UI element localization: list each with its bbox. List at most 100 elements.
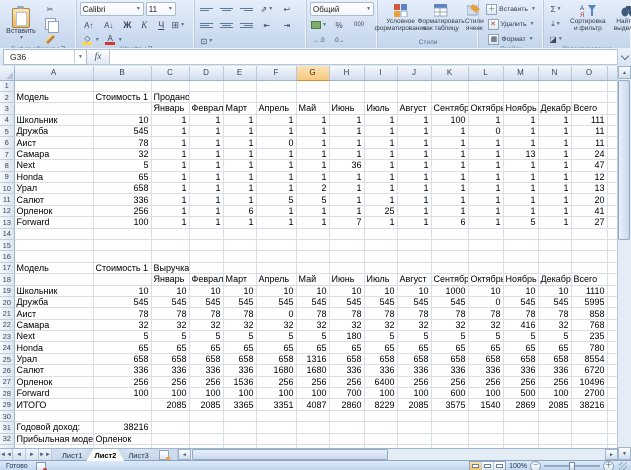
cell-E32[interactable] [223,433,256,444]
column-header-B[interactable]: B [93,66,151,80]
cell-M15[interactable] [503,239,538,250]
cell-H6[interactable]: 1 [329,137,364,148]
cell-E27[interactable]: 1536 [223,376,256,387]
column-header-L[interactable]: L [468,66,503,80]
cell-F31[interactable] [256,422,296,433]
cell-O26[interactable]: 6720 [571,365,607,376]
row-header-21[interactable]: 21 [0,308,14,319]
cell-O6[interactable]: 11 [571,137,607,148]
cell-H23[interactable]: 180 [329,331,364,342]
zoom-slider-handle[interactable] [569,462,575,470]
cell-B7[interactable]: 32 [93,148,151,159]
cell-D31[interactable] [189,422,223,433]
column-header-G[interactable]: G [296,66,329,80]
cell-D23[interactable]: 5 [189,331,223,342]
cell-G29[interactable]: 4087 [296,399,329,410]
cell-D20[interactable]: 545 [189,296,223,307]
cell-D4[interactable]: 1 [189,114,223,125]
cell-N19[interactable]: 10 [538,285,571,296]
cell-A8[interactable]: Next [14,160,93,171]
cell-I25[interactable]: 658 [364,353,397,364]
cell-J11[interactable]: 1 [397,194,431,205]
cell-L19[interactable]: 10 [468,285,503,296]
cell-M3[interactable]: Ноябрь [503,103,538,114]
cell-N23[interactable]: 5 [538,331,571,342]
cell-M1[interactable] [503,80,538,91]
cell-B12[interactable]: 256 [93,205,151,216]
cell-E5[interactable]: 1 [223,126,256,137]
cell-B20[interactable]: 545 [93,296,151,307]
cell-H17[interactable] [329,262,364,273]
cell-I16[interactable] [364,251,397,262]
cell-B3[interactable] [93,103,151,114]
fill-button[interactable]: ⤓▼ [547,17,565,31]
cell-N13[interactable]: 1 [538,217,571,228]
cell-D13[interactable]: 1 [189,217,223,228]
vertical-scrollbar[interactable]: ▲ ▼ [617,66,631,460]
cell-L31[interactable] [468,422,503,433]
cell-C18[interactable]: Январь [151,274,189,285]
cell-D2[interactable] [189,91,223,102]
cell-M32[interactable] [503,433,538,444]
cell-K6[interactable]: 1 [431,137,468,148]
cell-C7[interactable]: 1 [151,148,189,159]
cell-B30[interactable] [93,410,151,421]
cell-J7[interactable]: 1 [397,148,431,159]
copy-button[interactable] [41,17,59,31]
cell-A21[interactable]: Аист [14,308,93,319]
cell-L13[interactable]: 1 [468,217,503,228]
cell-N9[interactable]: 1 [538,171,571,182]
row-header-13[interactable]: 13 [0,217,14,228]
cell-I12[interactable]: 25 [364,205,397,216]
cell-A16[interactable] [14,251,93,262]
cell-M28[interactable]: 500 [503,388,538,399]
cell-D16[interactable] [189,251,223,262]
orientation-button[interactable]: ⇗▼ [258,2,276,16]
cell-M27[interactable]: 256 [503,376,538,387]
cell-E23[interactable]: 5 [223,331,256,342]
cell-J24[interactable]: 65 [397,342,431,353]
cell-G28[interactable]: 100 [296,388,329,399]
cell-E4[interactable]: 1 [223,114,256,125]
cell-C32[interactable] [151,433,189,444]
cell-C8[interactable]: 1 [151,160,189,171]
cell-C12[interactable]: 1 [151,205,189,216]
clear-button[interactable]: ◪▼ [547,32,565,46]
cell-I15[interactable] [364,239,397,250]
merge-center-button[interactable]: ⊡▼ [198,34,216,48]
cell-G6[interactable]: 1 [296,137,329,148]
wrap-text-button[interactable]: ↩ [278,2,296,16]
cell-D22[interactable]: 32 [189,319,223,330]
cell-B15[interactable] [93,239,151,250]
cell-D19[interactable]: 10 [189,285,223,296]
cell-L24[interactable]: 65 [468,342,503,353]
cell-C1[interactable] [151,80,189,91]
cell-E3[interactable]: Март [223,103,256,114]
cell-G13[interactable]: 1 [296,217,329,228]
cell-N1[interactable] [538,80,571,91]
row-header-12[interactable]: 12 [0,205,14,216]
row-header-8[interactable]: 8 [0,160,14,171]
cell-I6[interactable]: 1 [364,137,397,148]
cell-E12[interactable]: 6 [223,205,256,216]
cell-G5[interactable]: 1 [296,126,329,137]
tab-sheet2[interactable]: Лист2 [86,449,124,461]
cell-C9[interactable]: 1 [151,171,189,182]
cell-J29[interactable]: 2085 [397,399,431,410]
cell-J17[interactable] [397,262,431,273]
cell-D15[interactable] [189,239,223,250]
row-header-18[interactable]: 18 [0,274,14,285]
cell-K28[interactable]: 600 [431,388,468,399]
cell-F32[interactable] [256,433,296,444]
cell-G15[interactable] [296,239,329,250]
column-header-A[interactable]: A [14,66,93,80]
cell-A7[interactable]: Самара [14,148,93,159]
cell-H12[interactable]: 1 [329,205,364,216]
cell-G11[interactable]: 5 [296,194,329,205]
format-cells-button[interactable]: ▦ Формат▼ [482,32,540,46]
cell-C30[interactable] [151,410,189,421]
cell-I4[interactable]: 1 [364,114,397,125]
cell-G27[interactable]: 256 [296,376,329,387]
cell-A14[interactable] [14,228,93,239]
cell-N6[interactable]: 1 [538,137,571,148]
